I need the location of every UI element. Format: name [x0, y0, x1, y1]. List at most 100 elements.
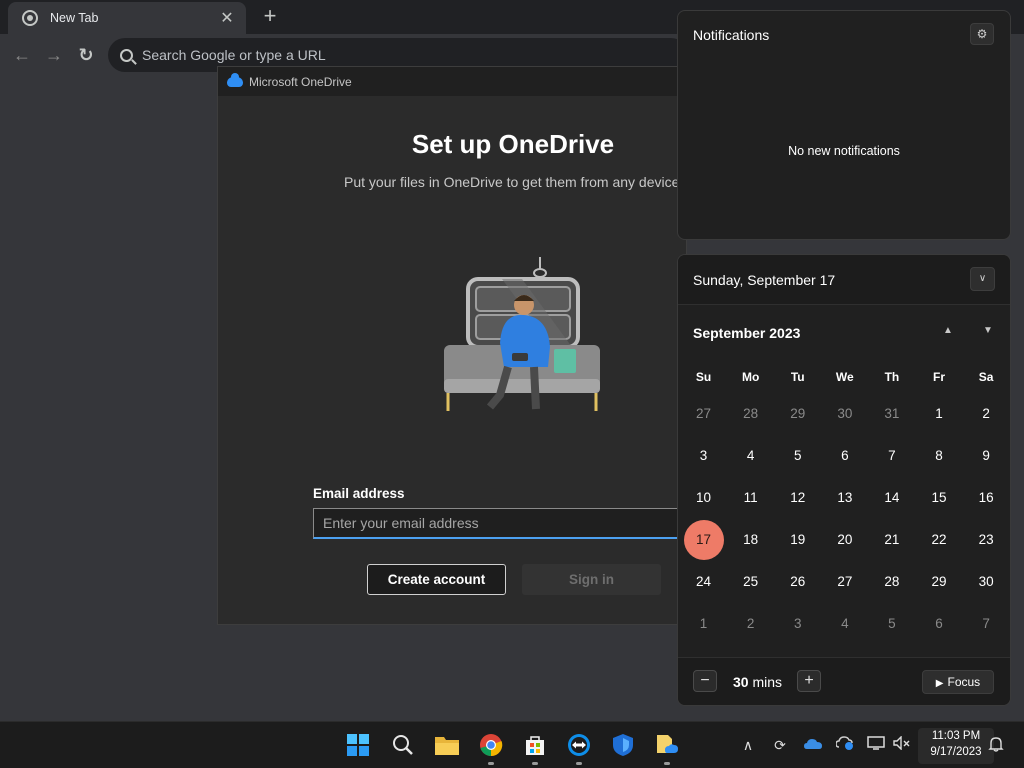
calendar-day[interactable]: 30: [963, 561, 1010, 603]
focus-minutes-unit: mins: [752, 674, 783, 690]
calendar-day[interactable]: 24: [680, 561, 727, 603]
chrome-icon: [480, 734, 503, 757]
calendar-day[interactable]: 22: [915, 519, 962, 561]
calendar-day[interactable]: 9: [963, 435, 1010, 477]
calendar-day[interactable]: 20: [821, 519, 868, 561]
previous-month-button[interactable]: ▲: [940, 325, 956, 336]
start-button[interactable]: [343, 730, 373, 760]
sign-in-button[interactable]: Sign in: [522, 564, 661, 595]
email-input[interactable]: [313, 508, 686, 539]
onedrive-folder-button[interactable]: [652, 730, 682, 765]
close-tab-icon[interactable]: ✕: [218, 8, 236, 28]
calendar-day[interactable]: 5: [868, 603, 915, 645]
sync-icon[interactable]: ⟳: [770, 736, 790, 754]
calendar-day[interactable]: 18: [727, 519, 774, 561]
chrome-taskbar-button[interactable]: [476, 730, 506, 765]
reload-button[interactable]: ↻: [74, 43, 98, 67]
calendar-day-number: 25: [743, 574, 759, 589]
increase-focus-button[interactable]: +: [797, 670, 821, 692]
calendar-day-number: 27: [696, 406, 712, 421]
calendar-week-row: 17 18 19 20 21 22 23: [680, 519, 1010, 561]
defender-icon: [613, 734, 633, 756]
calendar-day[interactable]: 16: [963, 477, 1010, 519]
calendar-day[interactable]: 15: [915, 477, 962, 519]
onedrive-illustration: [444, 257, 600, 411]
calendar-day[interactable]: 23: [963, 519, 1010, 561]
omnibox-input[interactable]: [142, 47, 662, 63]
weekday-label: Tu: [790, 370, 805, 384]
taskbar-search-button[interactable]: [388, 730, 418, 760]
calendar-day[interactable]: 3: [774, 603, 821, 645]
calendar-day[interactable]: 4: [727, 435, 774, 477]
calendar-day[interactable]: 27: [821, 561, 868, 603]
forward-button[interactable]: →: [42, 43, 66, 67]
calendar-day[interactable]: 14: [868, 477, 915, 519]
no-notifications-text: No new notifications: [788, 144, 900, 158]
microsoft-store-button[interactable]: [520, 730, 550, 765]
defender-button[interactable]: [608, 730, 638, 760]
bell-icon[interactable]: [986, 736, 1006, 754]
onedrive-titlebar: Microsoft OneDrive: [218, 67, 686, 96]
calendar-day[interactable]: 26: [774, 561, 821, 603]
collapse-calendar-button[interactable]: ∨: [970, 267, 995, 291]
calendar-day-number: 28: [743, 406, 759, 421]
new-tab-button[interactable]: +: [260, 4, 280, 28]
calendar-day[interactable]: 11: [727, 477, 774, 519]
back-button[interactable]: ←: [10, 43, 34, 67]
calendar-day[interactable]: 7: [963, 603, 1010, 645]
calendar-day[interactable]: 21: [868, 519, 915, 561]
teamviewer-icon: [568, 734, 590, 756]
browser-tab[interactable]: New Tab ✕: [8, 2, 246, 34]
month-label[interactable]: September 2023: [693, 325, 800, 341]
calendar-day[interactable]: 8: [915, 435, 962, 477]
taskbar: ∧ ⟳ 11:03 PM 9/17/2023: [0, 721, 1024, 768]
display-icon[interactable]: [866, 736, 886, 754]
calendar-day[interactable]: 29: [774, 393, 821, 435]
notification-settings-icon[interactable]: ⚙: [970, 23, 994, 45]
calendar-day[interactable]: 6: [915, 603, 962, 645]
calendar-day-number: 4: [841, 616, 849, 631]
calendar-day[interactable]: 13: [821, 477, 868, 519]
calendar-day-number: 16: [978, 490, 994, 505]
focus-button[interactable]: ▶ Focus: [922, 670, 994, 694]
calendar-day[interactable]: 6: [821, 435, 868, 477]
calendar-week-row: 1 2 3 4 5 6 7: [680, 603, 1010, 645]
clock-time: 11:03 PM: [931, 730, 981, 742]
calendar-day-today[interactable]: 17: [680, 519, 727, 561]
chevron-up-icon[interactable]: ∧: [738, 736, 758, 754]
file-explorer-button[interactable]: [432, 730, 462, 760]
calendar-day[interactable]: 10: [680, 477, 727, 519]
teamviewer-button[interactable]: [564, 730, 594, 765]
calendar-day[interactable]: 27: [680, 393, 727, 435]
weekday-label: We: [835, 370, 854, 384]
create-account-button[interactable]: Create account: [367, 564, 506, 595]
calendar-day[interactable]: 25: [727, 561, 774, 603]
calendar-day[interactable]: 7: [868, 435, 915, 477]
calendar-day[interactable]: 5: [774, 435, 821, 477]
calendar-day-number: 26: [790, 574, 806, 589]
calendar-day[interactable]: 28: [868, 561, 915, 603]
calendar-day[interactable]: 1: [915, 393, 962, 435]
calendar-day[interactable]: 2: [963, 393, 1010, 435]
onedrive-info-icon[interactable]: [835, 736, 855, 754]
calendar-day[interactable]: 2: [727, 603, 774, 645]
calendar-day[interactable]: 29: [915, 561, 962, 603]
onedrive-cloud-icon[interactable]: [803, 736, 823, 754]
calendar-day[interactable]: 19: [774, 519, 821, 561]
calendar-day[interactable]: 30: [821, 393, 868, 435]
running-indicator: [488, 762, 494, 765]
calendar-day[interactable]: 12: [774, 477, 821, 519]
volume-muted-icon[interactable]: [892, 735, 912, 754]
calendar-day-number: 8: [935, 448, 943, 463]
decrease-focus-button[interactable]: −: [693, 670, 717, 692]
calendar-day[interactable]: 28: [727, 393, 774, 435]
calendar-day[interactable]: 1: [680, 603, 727, 645]
calendar-day[interactable]: 3: [680, 435, 727, 477]
calendar-day-number: 15: [931, 490, 947, 505]
taskbar-clock[interactable]: 11:03 PM 9/17/2023: [918, 728, 994, 764]
next-month-button[interactable]: ▼: [980, 325, 996, 336]
weekday-label: Th: [884, 370, 900, 384]
calendar-day[interactable]: 31: [868, 393, 915, 435]
calendar-day[interactable]: 4: [821, 603, 868, 645]
clock-date: 9/17/2023: [930, 746, 982, 758]
